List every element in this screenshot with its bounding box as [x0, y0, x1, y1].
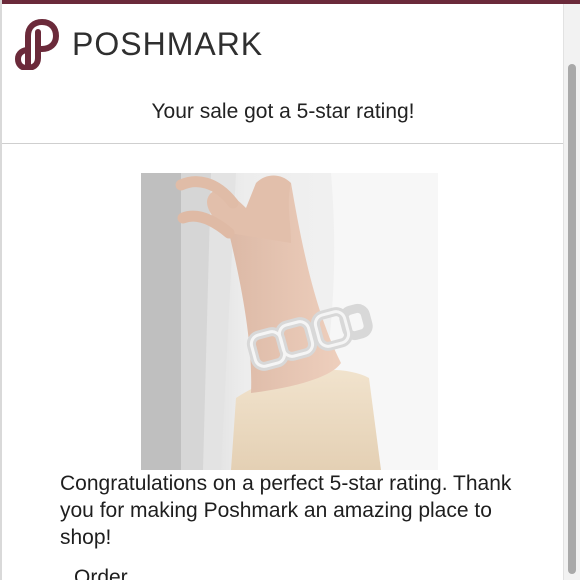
scrollbar-thumb[interactable] — [568, 64, 576, 574]
product-photo-image — [141, 173, 438, 470]
product-photo[interactable] — [141, 173, 438, 470]
email-header: POSHMARK — [14, 18, 263, 70]
brand-name: POSHMARK — [72, 25, 264, 62]
top-accent-bar — [0, 0, 580, 4]
scrollbar[interactable] — [563, 4, 580, 580]
divider — [2, 143, 564, 144]
order-section-label: Order — [74, 566, 128, 580]
email-view: POSHMARK Your sale got a 5-star rating! — [0, 0, 580, 580]
email-subject: Your sale got a 5-star rating! — [151, 100, 415, 123]
left-border — [0, 0, 2, 580]
poshmark-logo-icon — [15, 19, 59, 70]
email-message: Congratulations on a perfect 5-star rati… — [60, 472, 512, 549]
